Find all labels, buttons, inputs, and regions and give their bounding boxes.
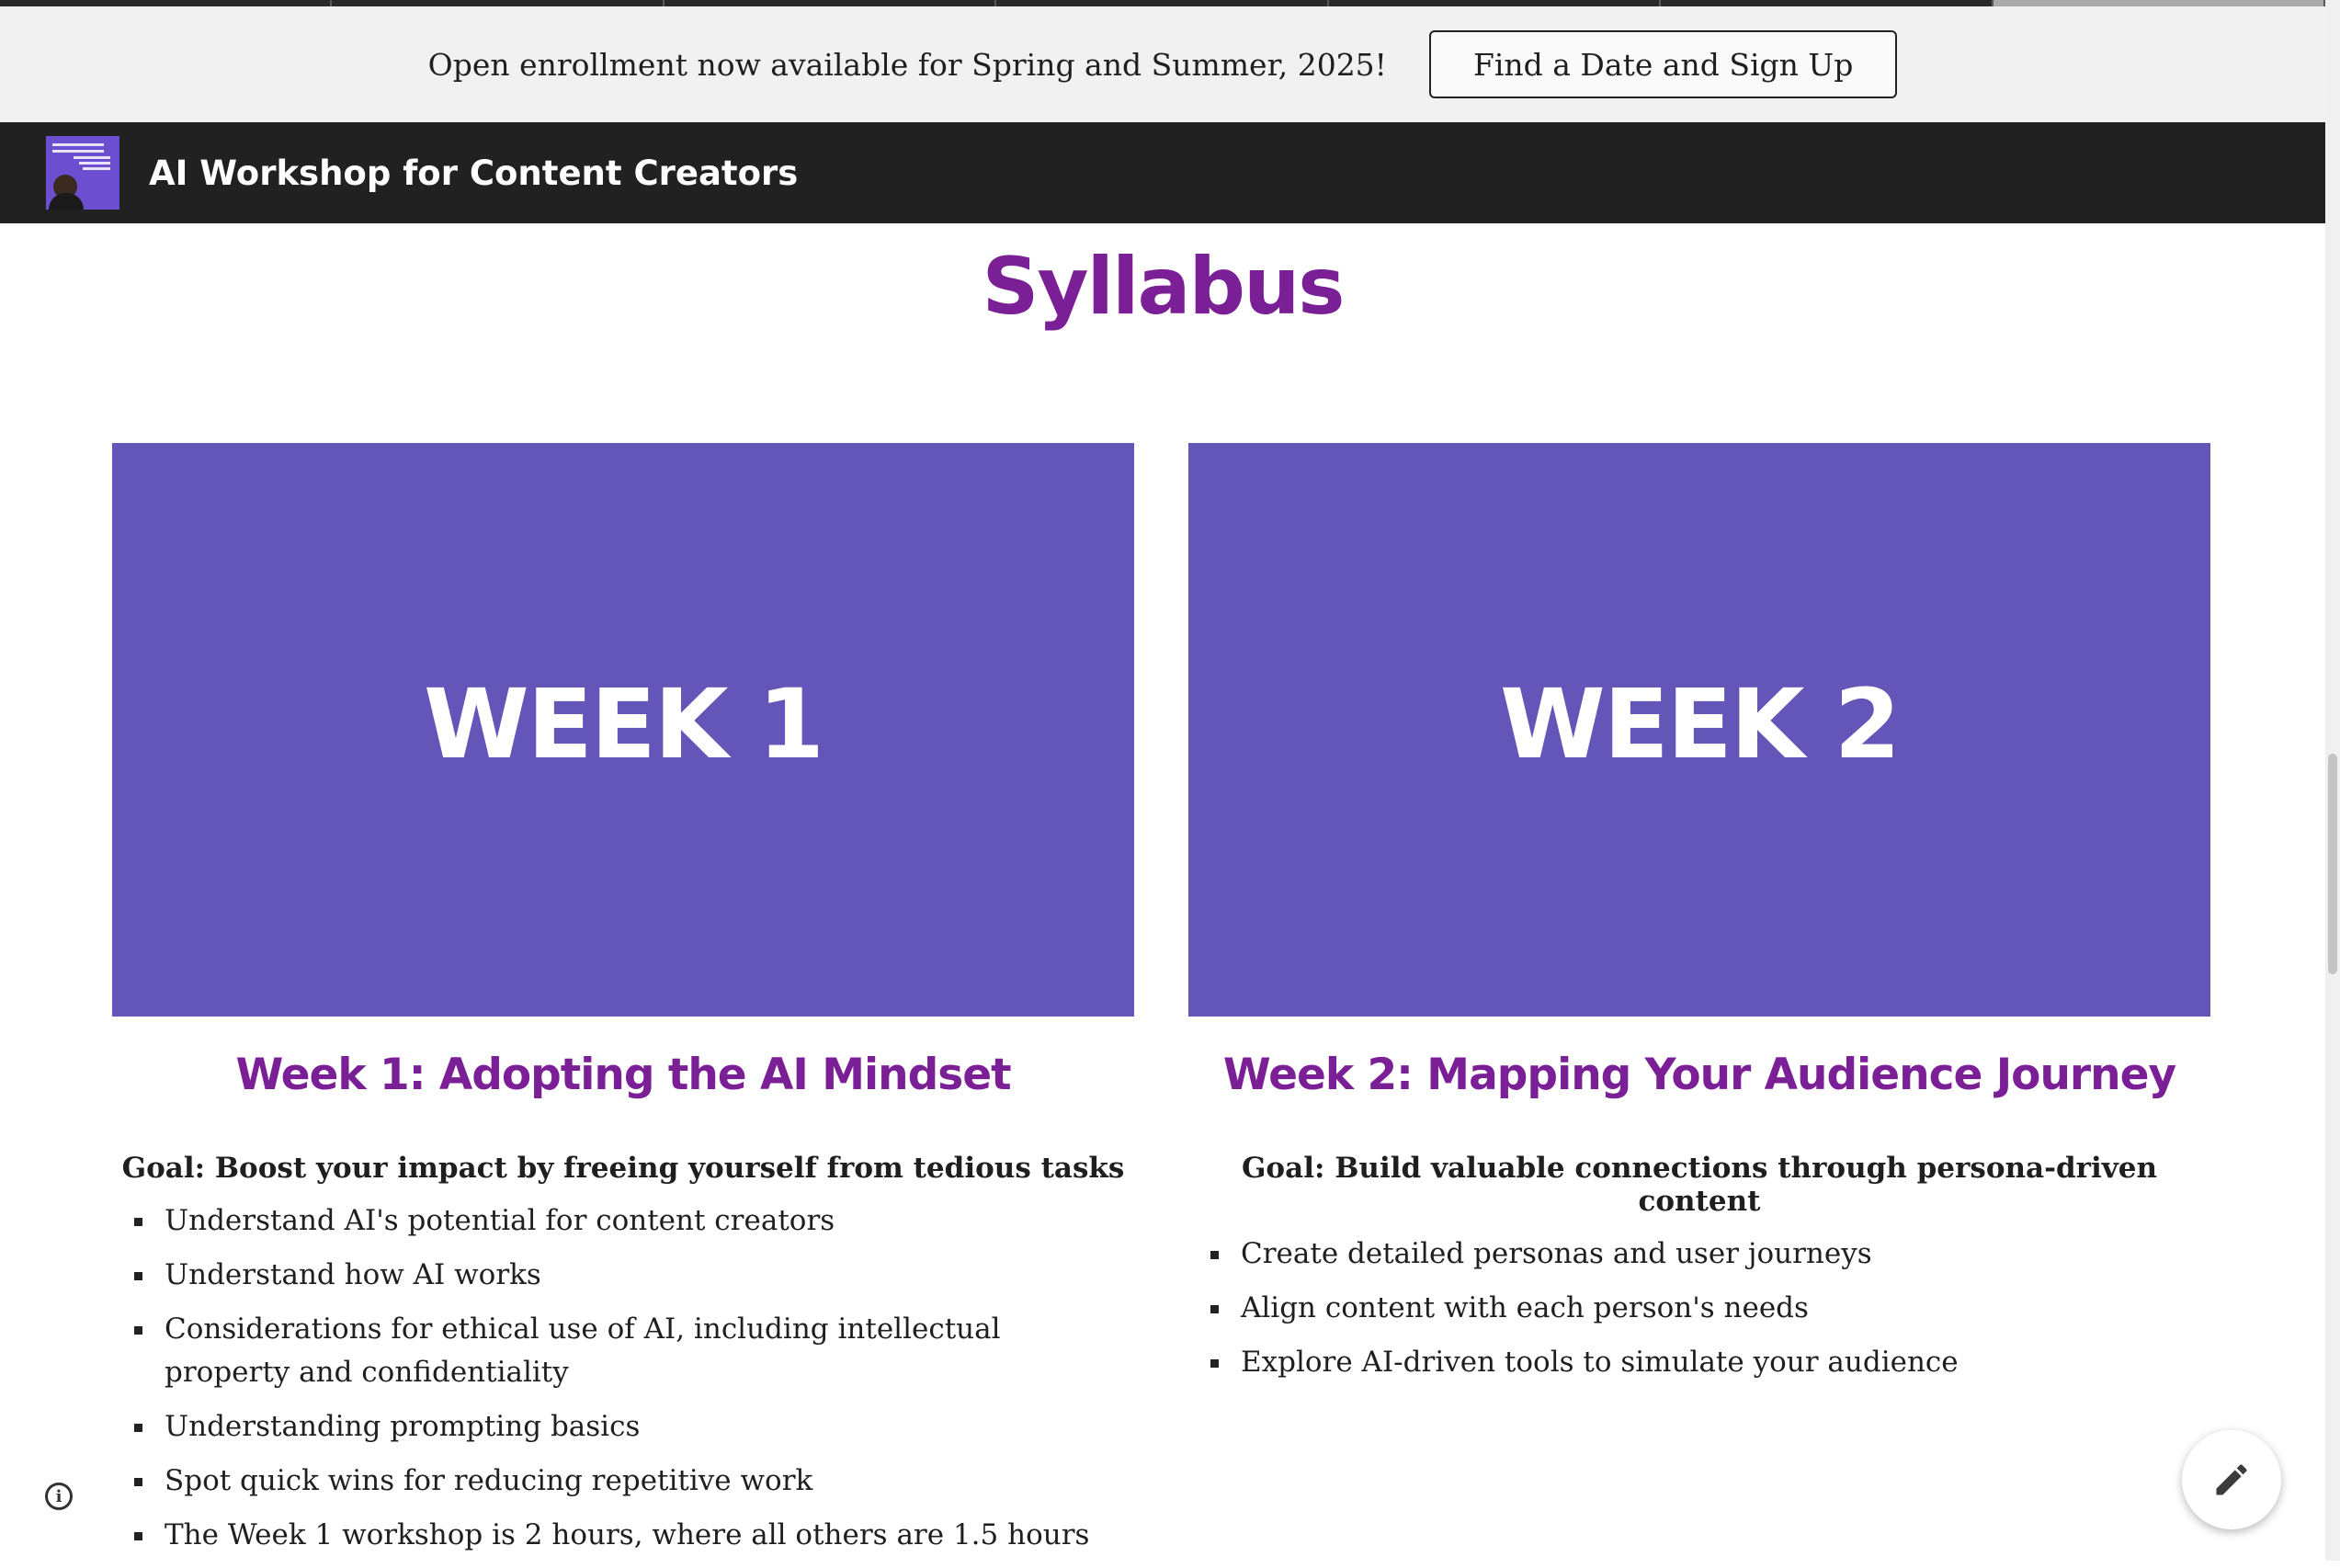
tab[interactable] — [332, 0, 665, 6]
week-1-banner-text: WEEK 1 — [424, 668, 824, 780]
list-item: Align content with each person's needs — [1210, 1287, 2210, 1330]
announcement-bar: Open enrollment now available for Spring… — [0, 6, 2325, 122]
list-item: Create detailed personas and user journe… — [1210, 1233, 2210, 1276]
list-item: Spot quick wins for reducing repetitive … — [134, 1460, 1134, 1503]
list-item: Explore AI-driven tools to simulate your… — [1210, 1341, 2210, 1384]
tab-active[interactable] — [1993, 0, 2325, 6]
list-item: Understanding prompting basics — [134, 1405, 1134, 1449]
week-2-heading: Week 2: Mapping Your Audience Journey — [1222, 1050, 2176, 1100]
browser-tab-strip — [0, 0, 2325, 6]
info-icon[interactable]: i — [45, 1483, 73, 1510]
page-title: Syllabus — [982, 241, 1346, 333]
week-1-heading: Week 1: Adopting the AI Mindset — [235, 1050, 1011, 1100]
tab[interactable] — [1329, 0, 1662, 6]
week-1-banner-image: WEEK 1 — [112, 443, 1134, 1017]
site-header: AI Workshop for Content Creators — [0, 122, 2325, 223]
tab[interactable] — [0, 0, 333, 6]
week-1-topics: Understand AI's potential for content cr… — [112, 1199, 1134, 1557]
scrollbar-thumb[interactable] — [2328, 754, 2337, 974]
list-item: Considerations for ethical use of AI, in… — [134, 1308, 1134, 1394]
week-2-section: WEEK 2 Week 2: Mapping Your Audience Jou… — [1188, 443, 2210, 1395]
site-title[interactable]: AI Workshop for Content Creators — [149, 153, 798, 193]
scrollbar[interactable] — [2325, 0, 2340, 1561]
list-item: Understand how AI works — [134, 1254, 1134, 1297]
week-1-section: WEEK 1 Week 1: Adopting the AI Mindset G… — [112, 443, 1134, 1568]
edit-button[interactable] — [2182, 1430, 2281, 1529]
sign-up-button[interactable]: Find a Date and Sign Up — [1428, 30, 1898, 98]
workshop-logo[interactable] — [46, 136, 119, 210]
tab[interactable] — [665, 0, 997, 6]
list-item: The Week 1 workshop is 2 hours, where al… — [134, 1514, 1134, 1557]
pencil-icon — [2216, 1464, 2247, 1495]
week-2-banner-image: WEEK 2 — [1188, 443, 2210, 1017]
week-2-topics: Create detailed personas and user journe… — [1188, 1233, 2210, 1384]
list-item: Understand AI's potential for content cr… — [134, 1199, 1134, 1243]
week-2-goal: Goal: Build valuable connections through… — [1241, 1152, 2158, 1218]
week-2-banner-text: WEEK 2 — [1500, 668, 1901, 780]
tab[interactable] — [996, 0, 1329, 6]
tab[interactable] — [1661, 0, 1994, 6]
week-1-goal: Goal: Boost your impact by freeing yours… — [121, 1152, 1125, 1185]
announcement-text: Open enrollment now available for Spring… — [427, 46, 1387, 83]
